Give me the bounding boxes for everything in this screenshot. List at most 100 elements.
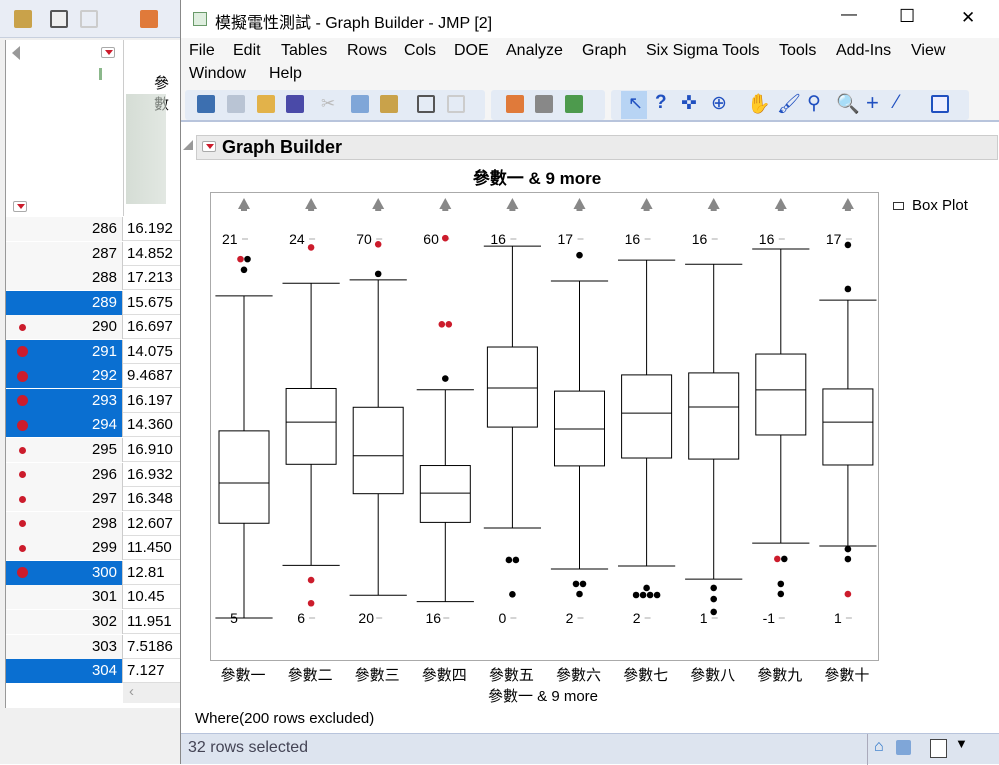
data-table-view-icon[interactable] [506,95,524,113]
row-number[interactable]: 286 [6,217,123,241]
table-row[interactable]: 290 16.697 [6,315,181,340]
cell-value[interactable]: 16.697 [123,315,181,339]
cell-value[interactable]: 7.127 [123,659,181,683]
add-graph-icon[interactable] [565,95,583,113]
table-row[interactable]: 296 16.932 [6,462,181,487]
annotate-tool-icon[interactable] [931,95,949,113]
table-row[interactable]: 298 12.607 [6,511,181,536]
cell-value[interactable]: 16.197 [123,389,181,413]
column-switcher-icon[interactable] [417,95,435,113]
menu-doe[interactable]: DOE [454,42,489,60]
row-number[interactable]: 288 [6,266,123,291]
crosshair-tool-icon[interactable]: ✜ [681,92,697,115]
row-number[interactable]: 289 [6,290,123,315]
menu-tables[interactable]: Tables [281,42,327,60]
columns-icon[interactable] [535,95,553,113]
save-icon[interactable] [286,95,304,113]
cell-value[interactable]: 14.360 [123,413,181,437]
cell-value[interactable]: 14.852 [123,242,181,266]
cell-value[interactable]: 11.450 [123,536,181,560]
x-category-label[interactable]: 參數五 [476,664,546,685]
paste-icon[interactable] [14,10,32,28]
table-row[interactable]: 303 7.5186 [6,634,181,659]
column-switcher-icon[interactable] [50,10,68,28]
menu-cols[interactable]: Cols [404,42,436,60]
table-menu-icon[interactable] [101,47,115,58]
x-category-label[interactable]: 參數三 [342,664,412,685]
column-header[interactable]: 參數 [123,40,181,216]
x-category-label[interactable]: 參數九 [745,664,815,685]
paste-icon[interactable] [380,95,398,113]
table-row[interactable]: 286 16.192 [6,217,181,241]
data-table-icon[interactable] [896,740,911,755]
cell-value[interactable]: 12.81 [123,561,181,585]
row-number[interactable]: 301 [6,585,123,610]
outline-disclosure-icon[interactable] [183,140,193,150]
cell-value[interactable]: 7.5186 [123,635,181,659]
x-category-label[interactable]: 參數八 [678,664,748,685]
new-script-icon[interactable] [227,95,245,113]
collapse-triangle-icon[interactable] [12,46,20,60]
arrow-tool-icon[interactable]: ↖ [628,93,643,114]
minimize-button[interactable]: — [841,6,857,24]
table-row[interactable]: 288 17.213 [6,266,181,291]
table-row[interactable]: 302 11.951 [6,609,181,634]
lock-icon[interactable] [80,10,98,28]
crosshairs-tool-icon[interactable]: + [866,90,879,116]
copy-icon[interactable] [351,95,369,113]
table-row[interactable]: 301 10.45 [6,585,181,610]
cell-value[interactable]: 15.675 [123,291,181,315]
magnifier-tool-icon[interactable]: 🔍 [836,92,860,116]
row-number[interactable]: 304 [6,659,123,684]
rows-menu-icon[interactable] [13,201,27,212]
lock-icon[interactable] [447,95,465,113]
help-tool-icon[interactable]: ? [655,92,667,114]
row-number[interactable]: 303 [6,634,123,659]
brush-tool-icon[interactable]: 🖌 [777,92,801,116]
table-row[interactable]: 300 12.81 [6,560,181,585]
new-data-table-icon[interactable] [197,95,215,113]
x-category-label[interactable]: 參數七 [611,664,681,685]
target-tool-icon[interactable]: ⊕ [711,92,727,115]
table-row[interactable]: 293 16.197 [6,388,181,413]
cell-value[interactable]: 12.607 [123,512,181,536]
row-number[interactable]: 287 [6,241,123,266]
plot-frame[interactable]: 21 5 24 6 70 20 60 16 16 0 17 2 16 2 16 1 16 -1 17 1 [210,192,879,661]
menu-edit[interactable]: Edit [233,42,261,60]
x-axis-label[interactable]: 參數一 & 9 more [181,685,905,706]
cell-value[interactable]: 16.192 [123,217,181,241]
cell-value[interactable]: 10.45 [123,585,181,609]
grabber-tool-icon[interactable]: ✋ [747,92,771,116]
open-icon[interactable] [257,95,275,113]
x-category-label[interactable]: 參數一 [208,664,278,685]
graph-builder-outline-header[interactable]: Graph Builder [196,135,998,160]
x-category-label[interactable]: 參數二 [275,664,345,685]
menu-add-ins[interactable]: Add-Ins [836,42,891,60]
x-category-label[interactable]: 參數十 [812,664,882,685]
menu-window[interactable]: Window [189,65,246,83]
data-view-icon[interactable] [140,10,158,28]
cell-value[interactable]: 16.348 [123,487,181,511]
dropdown-arrow-icon[interactable]: ▼ [955,736,968,751]
cell-value[interactable]: 14.075 [123,340,181,364]
menu-graph[interactable]: Graph [582,42,626,60]
x-category-label[interactable]: 參數四 [409,664,479,685]
table-row[interactable]: 299 11.450 [6,536,181,561]
home-icon[interactable]: ⌂ [874,738,884,756]
cell-value[interactable]: 16.910 [123,438,181,462]
table-row[interactable]: 289 15.675 [6,290,181,315]
red-triangle-menu-icon[interactable] [202,141,216,152]
menu-six-sigma-tools[interactable]: Six Sigma Tools [646,42,760,60]
menu-help[interactable]: Help [269,65,302,83]
table-row[interactable]: 292 9.4687 [6,364,181,389]
menu-view[interactable]: View [911,42,945,60]
table-row[interactable]: 297 16.348 [6,487,181,512]
lasso-tool-icon[interactable]: ⚲ [807,92,821,115]
table-row[interactable]: 287 14.852 [6,241,181,266]
line-tool-icon[interactable]: ⁄ [895,92,898,114]
window-list-icon[interactable] [930,739,947,758]
table-row[interactable]: 294 14.360 [6,413,181,438]
cell-value[interactable]: 9.4687 [123,364,181,388]
cell-value[interactable]: 17.213 [123,266,181,290]
row-number[interactable]: 302 [6,609,123,634]
